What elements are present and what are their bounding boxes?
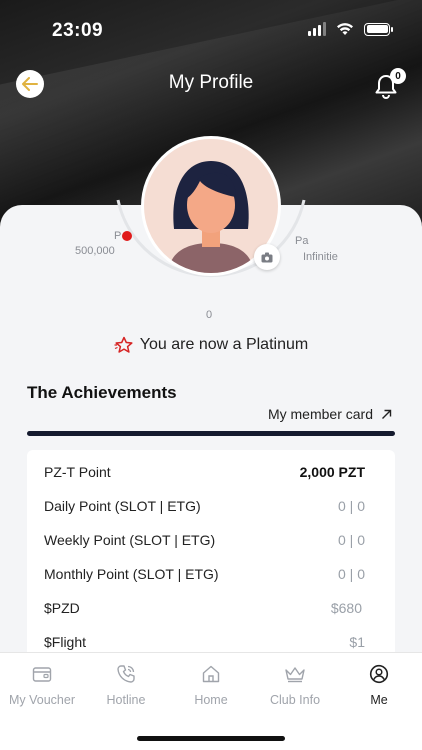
points-row: Daily Point (SLOT | ETG) 0 | 0 [27, 488, 395, 522]
current-tier-marker [122, 231, 132, 241]
crown-icon [285, 667, 305, 683]
current-tier-label: P [114, 230, 122, 242]
points-row-value: 2,000 PZT [299, 464, 365, 480]
tab-label: My Voucher [8, 693, 75, 707]
tier-status-text: You are now a Platinum [139, 336, 309, 353]
points-list: PZ-T Point 2,000 PZT Daily Point (SLOT |… [27, 450, 395, 670]
battery-icon [364, 22, 393, 36]
phone-icon [117, 665, 135, 683]
change-avatar-button[interactable] [254, 244, 280, 270]
points-row: $PZD $680 [27, 590, 395, 624]
tab-label: Club Info [269, 693, 321, 707]
star-badge-icon [114, 336, 133, 353]
next-tier-points: Infinitie [303, 251, 338, 263]
points-row-value: 0 | 0 [338, 566, 365, 582]
points-row-label: Weekly Point (SLOT | ETG) [44, 532, 216, 548]
tab-hotline[interactable]: Hotline [84, 661, 168, 707]
points-row-value: $1 [349, 634, 365, 650]
status-icons [308, 22, 393, 36]
points-row-value: $680 [330, 600, 362, 616]
points-row-value: 0 | 0 [338, 532, 365, 548]
tab-club-info[interactable]: Club Info [253, 661, 337, 707]
points-row-value: 0 | 0 [338, 498, 365, 514]
notification-button[interactable]: 0 [372, 68, 406, 100]
tab-label: Me [370, 693, 388, 707]
member-card-link-label: My member card [267, 406, 373, 422]
points-row-label: Daily Point (SLOT | ETG) [44, 498, 201, 514]
member-card-link[interactable]: My member card [268, 406, 392, 422]
points-row: PZ-T Point 2,000 PZT [27, 454, 395, 488]
current-tier-points: 500,000 [75, 245, 115, 257]
achievement-progress-bar [27, 431, 395, 436]
tab-label: Hotline [106, 693, 146, 707]
points-row: Monthly Point (SLOT | ETG) 0 | 0 [27, 556, 395, 590]
voucher-icon [32, 667, 52, 682]
page-title: My Profile [168, 72, 254, 93]
achievements-title: The Achievements [27, 383, 177, 402]
home-icon [202, 665, 220, 683]
tab-label: Home [194, 693, 228, 707]
tier-status: You are now a Platinum [0, 336, 422, 354]
arrow-up-right-icon [382, 409, 392, 419]
camera-icon [261, 252, 273, 262]
home-indicator [137, 736, 285, 741]
points-row: Weekly Point (SLOT | ETG) 0 | 0 [27, 522, 395, 556]
points-row-label: $Flight [44, 634, 87, 650]
user-icon [369, 664, 389, 684]
points-row-label: Monthly Point (SLOT | ETG) [44, 566, 219, 582]
next-tier-label: Pa [295, 235, 309, 247]
points-row-label: PZ-T Point [44, 464, 111, 480]
notification-badge: 0 [390, 68, 406, 84]
status-time: 23:09 [52, 20, 104, 41]
current-points: 0 [206, 309, 213, 321]
tab-home[interactable]: Home [169, 661, 253, 707]
tab-me[interactable]: Me [337, 661, 421, 707]
wifi-icon [337, 23, 353, 35]
signal-icon [308, 22, 326, 36]
status-bar: 23:09 [0, 0, 422, 60]
points-row-label: $PZD [44, 600, 80, 616]
tab-my-voucher[interactable]: My Voucher [0, 661, 84, 707]
